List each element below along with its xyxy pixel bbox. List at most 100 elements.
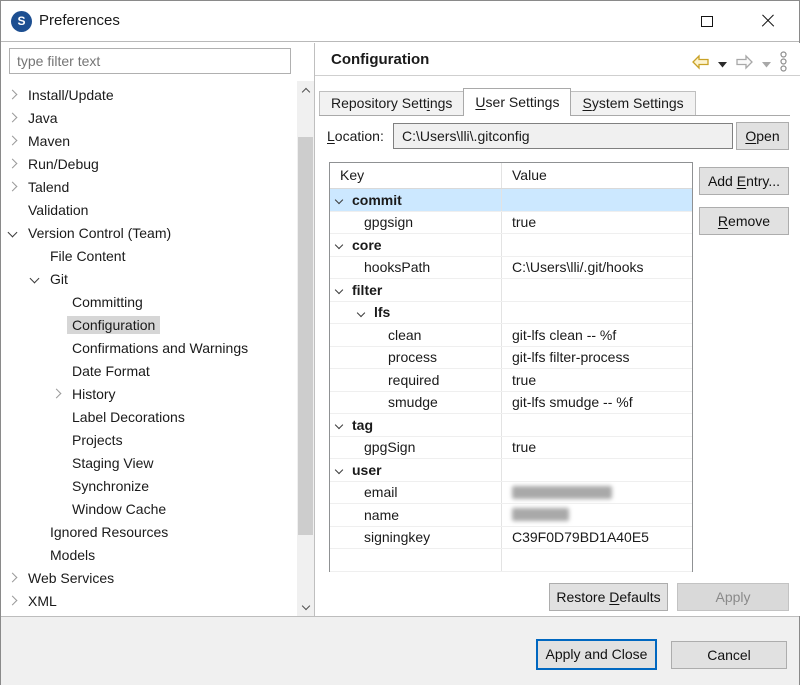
maximize-button[interactable] bbox=[687, 6, 727, 36]
remove-button[interactable]: Remove bbox=[699, 207, 789, 235]
chevron-down-icon[interactable] bbox=[30, 274, 40, 284]
tree-item[interactable]: Committing bbox=[1, 290, 297, 313]
tree-item[interactable]: Talend bbox=[1, 175, 297, 198]
close-button[interactable] bbox=[748, 6, 788, 36]
tree-item[interactable]: Date Format bbox=[1, 359, 297, 382]
tree-item[interactable]: Web Services bbox=[1, 566, 297, 589]
cancel-button[interactable]: Cancel bbox=[671, 641, 787, 669]
tree-item-label: History bbox=[67, 385, 121, 403]
tree-item[interactable]: Models bbox=[1, 543, 297, 566]
tree-item[interactable]: Synchronize bbox=[1, 474, 297, 497]
table-group-row[interactable]: commit bbox=[330, 189, 692, 212]
app-icon: S bbox=[11, 11, 32, 32]
tree-item[interactable]: XML bbox=[1, 589, 297, 612]
page-title: Configuration bbox=[331, 43, 429, 76]
apply-button[interactable]: Apply bbox=[677, 583, 789, 611]
open-button[interactable]: Open bbox=[736, 122, 789, 150]
tree-item[interactable]: Version Control (Team) bbox=[1, 221, 297, 244]
tree-item[interactable]: Maven bbox=[1, 129, 297, 152]
tree-item[interactable]: Git bbox=[1, 267, 297, 290]
table-row[interactable]: hooksPathC:\Users\lli/.git/hooks bbox=[330, 257, 692, 280]
chevron-right-icon[interactable] bbox=[52, 389, 62, 399]
table-row[interactable]: name bbox=[330, 504, 692, 527]
table-group-row[interactable]: filter bbox=[330, 279, 692, 302]
chevron-down-icon[interactable] bbox=[8, 228, 18, 238]
add-entry-button[interactable]: Add Entry... bbox=[699, 167, 789, 195]
tree-item[interactable]: Java bbox=[1, 106, 297, 129]
key-cell: required bbox=[330, 369, 502, 391]
tree-item[interactable]: Window Cache bbox=[1, 497, 297, 520]
tree-item-label: Install/Update bbox=[23, 86, 119, 104]
table-row[interactable]: signingkeyC39F0D79BD1A40E5 bbox=[330, 527, 692, 550]
table-row[interactable]: gpgSigntrue bbox=[330, 437, 692, 460]
chevron-right-icon[interactable] bbox=[8, 573, 18, 583]
restore-defaults-button[interactable]: Restore Defaults bbox=[549, 583, 668, 611]
apply-and-close-button[interactable]: Apply and Close bbox=[536, 639, 657, 670]
location-field[interactable]: C:\Users\lli\.gitconfig bbox=[393, 123, 733, 149]
tree-item[interactable]: Projects bbox=[1, 428, 297, 451]
chevron-right-icon[interactable] bbox=[8, 182, 18, 192]
table-group-row[interactable]: user bbox=[330, 459, 692, 482]
tree-item-label: Run/Debug bbox=[23, 155, 104, 173]
scroll-down-icon[interactable] bbox=[297, 599, 314, 616]
forward-arrow-icon[interactable] bbox=[735, 54, 754, 73]
column-header-value[interactable]: Value bbox=[502, 163, 692, 188]
table-empty-row[interactable] bbox=[330, 549, 692, 572]
tree-item-label: Synchronize bbox=[67, 477, 154, 495]
chevron-right-icon[interactable] bbox=[8, 159, 18, 169]
tree-item-label: Maven bbox=[23, 132, 75, 150]
back-arrow-icon[interactable] bbox=[691, 54, 710, 73]
key-cell: clean bbox=[330, 324, 502, 346]
tree-item[interactable]: Configuration bbox=[1, 313, 297, 336]
table-row[interactable]: processgit-lfs filter-process bbox=[330, 347, 692, 370]
table-row[interactable]: email bbox=[330, 482, 692, 505]
key-cell: signingkey bbox=[330, 527, 502, 549]
key-cell: hooksPath bbox=[330, 257, 502, 279]
tree-item-label: Version Control (Team) bbox=[23, 224, 176, 242]
key-text: smudge bbox=[330, 394, 438, 410]
tree-item[interactable]: Validation bbox=[1, 198, 297, 221]
chevron-right-icon[interactable] bbox=[8, 136, 18, 146]
tree-item[interactable]: Staging View bbox=[1, 451, 297, 474]
key-cell: gpgSign bbox=[330, 437, 502, 459]
back-history-dropdown-icon[interactable] bbox=[718, 55, 727, 71]
tree-item[interactable]: Run/Debug bbox=[1, 152, 297, 175]
key-cell: commit bbox=[330, 189, 502, 211]
filter-input[interactable] bbox=[9, 48, 291, 74]
tree-item[interactable]: Install/Update bbox=[1, 83, 297, 106]
table-row[interactable]: smudgegit-lfs smudge -- %f bbox=[330, 392, 692, 415]
key-text: hooksPath bbox=[330, 259, 430, 275]
table-row[interactable]: gpgsigntrue bbox=[330, 212, 692, 235]
tree-item-label: Git bbox=[45, 270, 73, 288]
column-header-key[interactable]: Key bbox=[330, 163, 502, 188]
tree-item[interactable]: File Content bbox=[1, 244, 297, 267]
sidebar-scrollbar[interactable] bbox=[297, 81, 314, 616]
key-text: email bbox=[330, 484, 397, 500]
tab-system-settings[interactable]: System Settings bbox=[570, 91, 695, 115]
tree-item[interactable]: Label Decorations bbox=[1, 405, 297, 428]
table-group-row[interactable]: lfs bbox=[330, 302, 692, 325]
tree-item-label: Models bbox=[45, 546, 100, 564]
tree-item[interactable]: History bbox=[1, 382, 297, 405]
tree-item[interactable]: Confirmations and Warnings bbox=[1, 336, 297, 359]
tab-user-settings[interactable]: User Settings bbox=[463, 88, 571, 116]
scrollbar-thumb[interactable] bbox=[298, 137, 313, 535]
chevron-right-icon[interactable] bbox=[8, 596, 18, 606]
table-row[interactable]: requiredtrue bbox=[330, 369, 692, 392]
table-group-row[interactable]: tag bbox=[330, 414, 692, 437]
chevron-right-icon[interactable] bbox=[8, 113, 18, 123]
maximize-icon bbox=[701, 16, 713, 27]
key-cell bbox=[330, 549, 502, 571]
forward-history-dropdown-icon[interactable] bbox=[762, 55, 771, 71]
value-cell: git-lfs filter-process bbox=[502, 347, 692, 369]
table-group-row[interactable]: core bbox=[330, 234, 692, 257]
scroll-up-icon[interactable] bbox=[297, 81, 314, 98]
chevron-right-icon[interactable] bbox=[8, 90, 18, 100]
table-row[interactable]: cleangit-lfs clean -- %f bbox=[330, 324, 692, 347]
tree-item[interactable]: Ignored Resources bbox=[1, 520, 297, 543]
key-text: clean bbox=[330, 327, 421, 343]
view-menu-icon[interactable] bbox=[779, 51, 788, 75]
value-cell: C39F0D79BD1A40E5 bbox=[502, 527, 692, 549]
tab-repository-settings[interactable]: Repository Settings bbox=[319, 91, 464, 115]
config-table-header: Key Value bbox=[330, 163, 692, 189]
